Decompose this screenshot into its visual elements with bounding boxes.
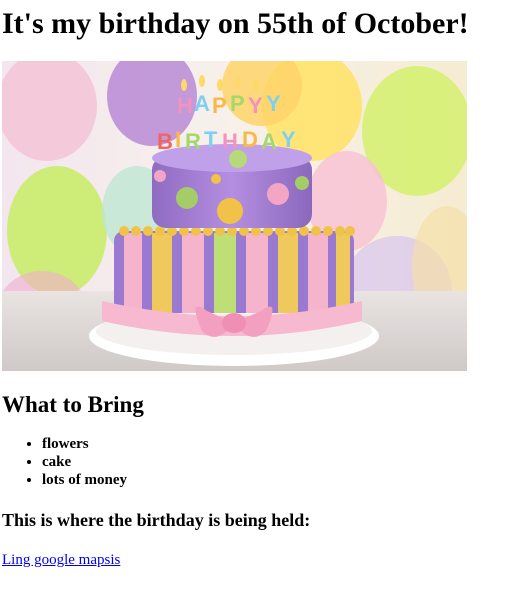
svg-text:D: D — [242, 127, 258, 152]
google-maps-link[interactable]: Ling google mapsis — [2, 551, 120, 569]
svg-text:Y: Y — [266, 91, 281, 116]
svg-text:P: P — [230, 91, 245, 116]
svg-text:Y: Y — [281, 127, 296, 152]
svg-text:T: T — [204, 127, 218, 152]
list-item: lots of money — [42, 471, 509, 489]
svg-text:H: H — [177, 93, 193, 118]
page: It's my birthday on 55th of October! H A… — [0, 0, 511, 569]
svg-text:H: H — [222, 129, 238, 154]
svg-text:B: B — [157, 129, 173, 154]
what-to-bring-heading: What to Bring — [2, 392, 144, 417]
svg-text:P: P — [212, 93, 227, 118]
svg-text:R: R — [185, 129, 201, 154]
svg-text:A: A — [261, 129, 277, 154]
location-heading: This is where the birthday is being held… — [2, 510, 311, 530]
list-item: flowers — [42, 435, 509, 453]
bring-list: flowers cake lots of money — [2, 435, 509, 489]
list-item: cake — [42, 453, 509, 471]
birthday-cake-image: H A P P Y Y B I R T H D A Y — [2, 61, 467, 371]
svg-text:A: A — [194, 91, 210, 116]
svg-text:Y: Y — [248, 93, 263, 118]
svg-text:I: I — [175, 127, 181, 152]
page-title: It's my birthday on 55th of October! — [2, 7, 469, 40]
